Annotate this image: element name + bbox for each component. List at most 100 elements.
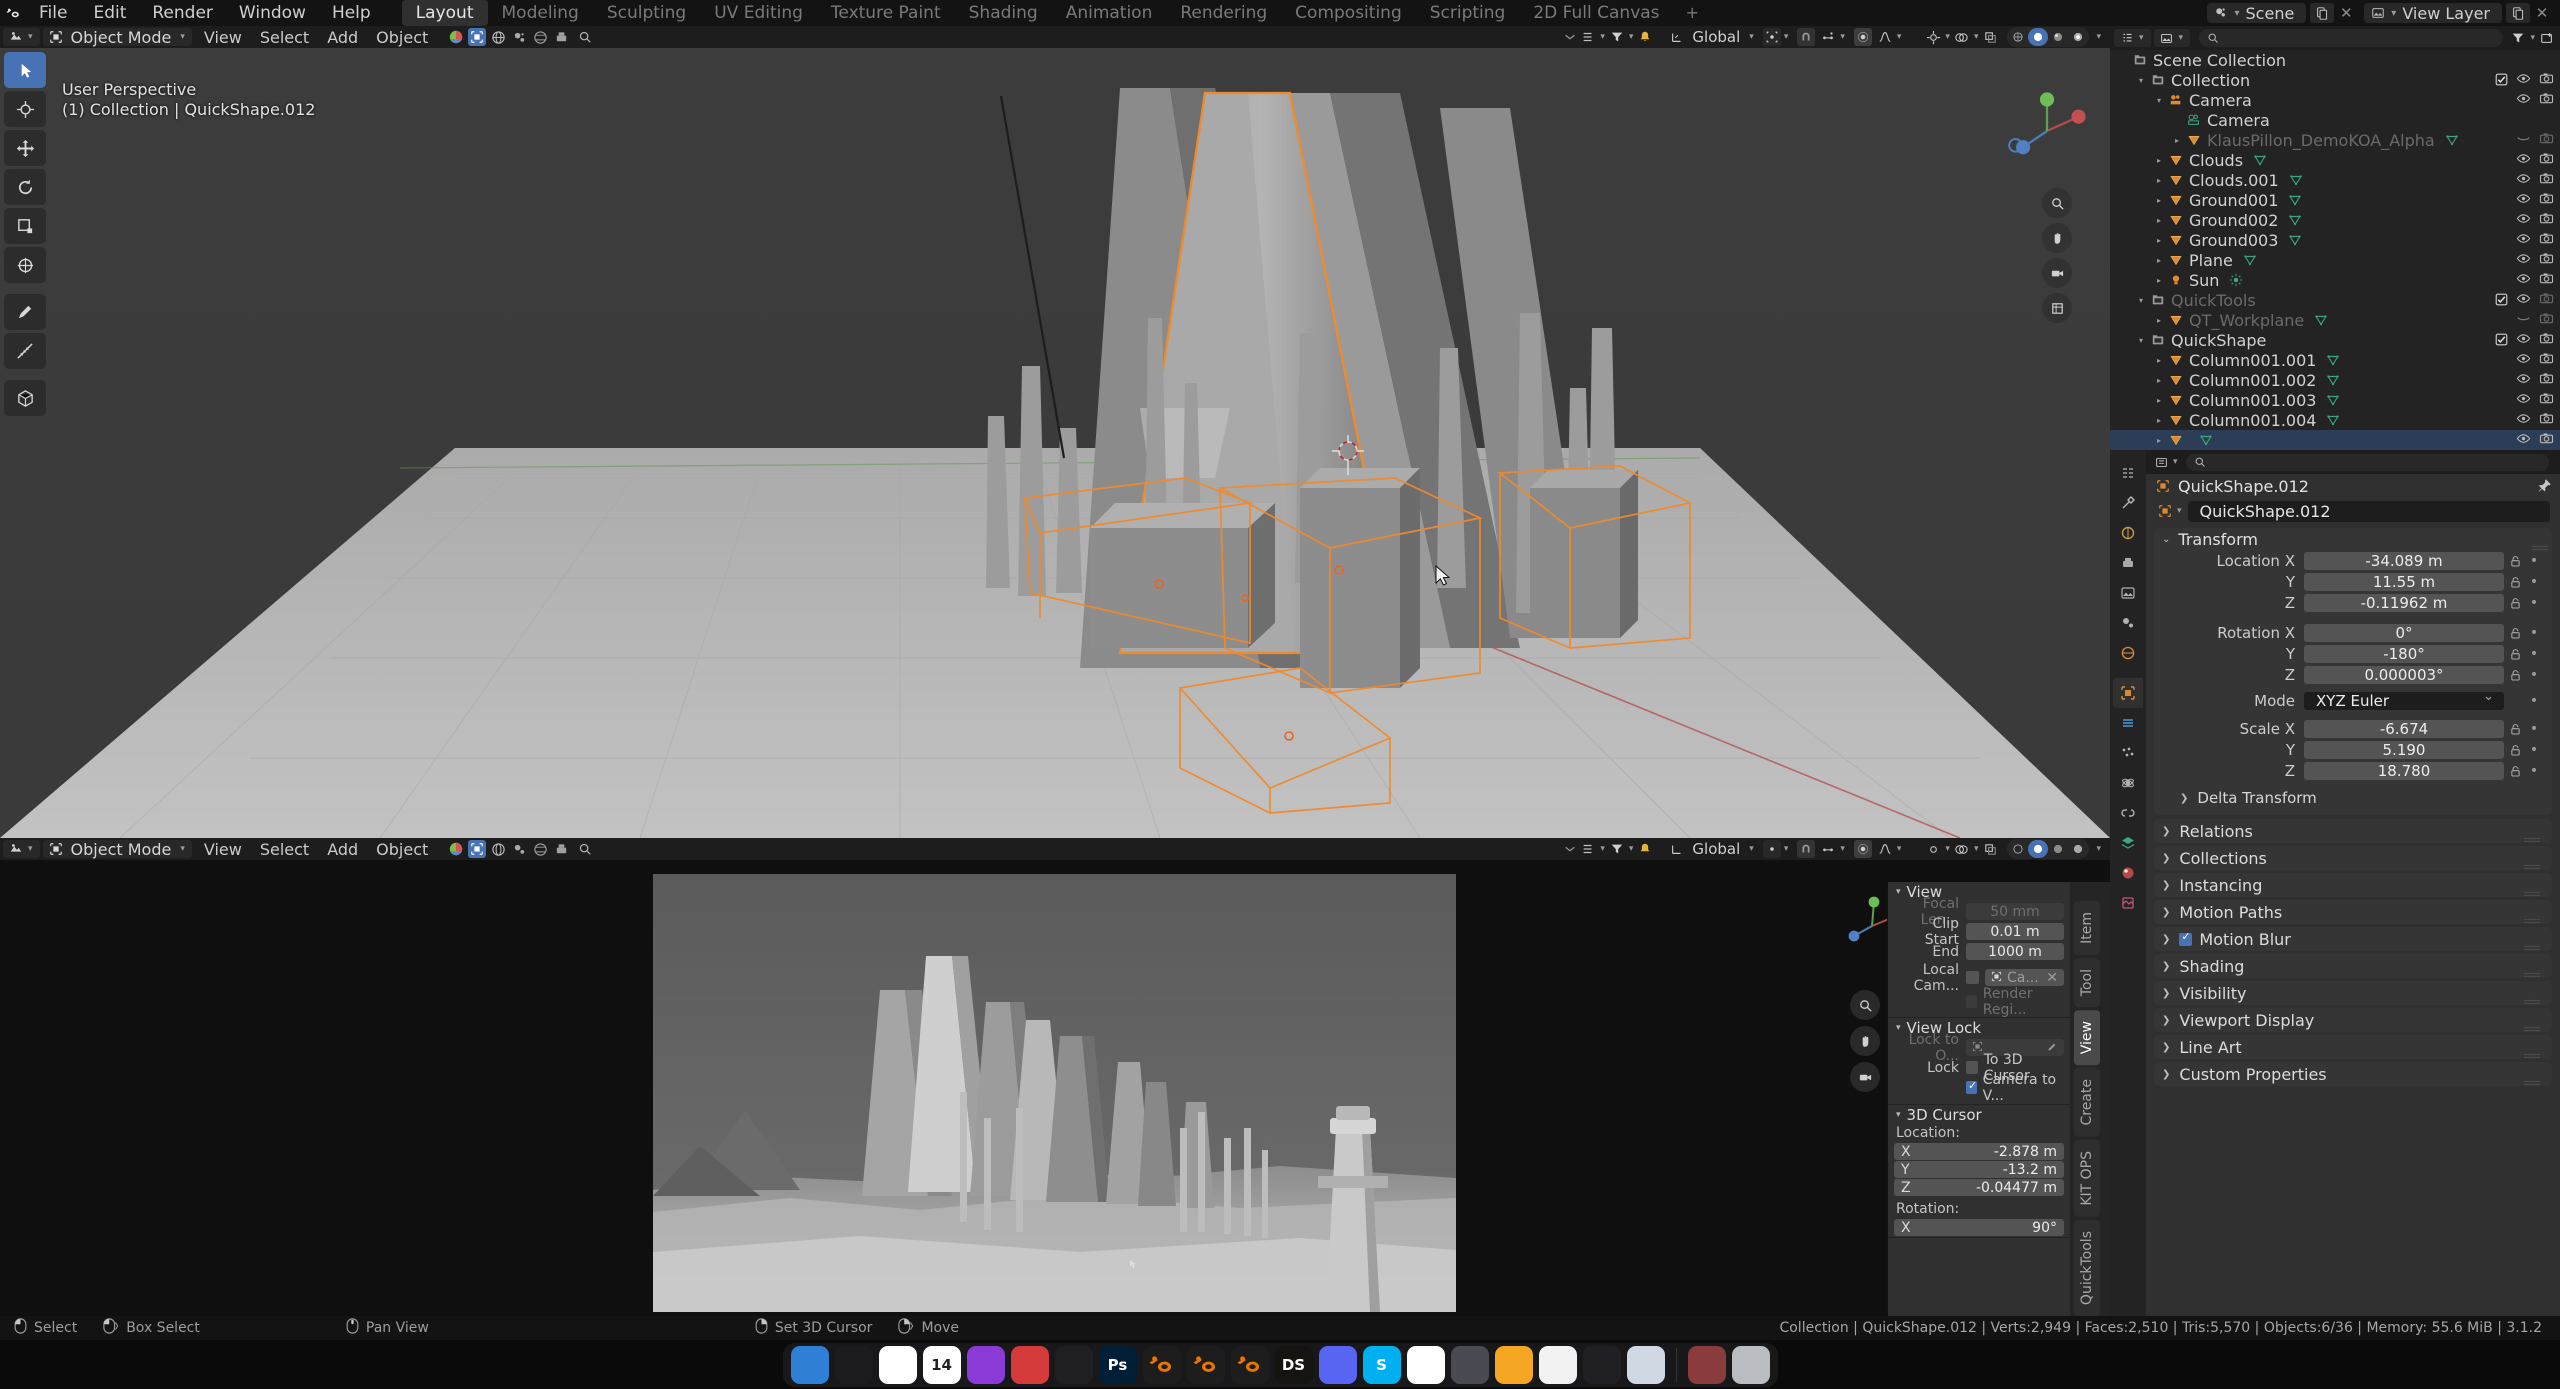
notification-bell-icon-bottom[interactable]: [1636, 840, 1654, 858]
viewport-menu-select[interactable]: Select: [251, 28, 318, 47]
zoom-view-icon-bottom[interactable]: [1850, 990, 1880, 1020]
outliner-row[interactable]: ▾ QuickTools: [2110, 290, 2560, 310]
camera-view-icon[interactable]: [2042, 258, 2072, 288]
material-preview-shading-icon[interactable]: [2048, 28, 2068, 46]
prop-tab-view-layer[interactable]: [2113, 578, 2143, 608]
location-value[interactable]: 11.55 m: [2304, 573, 2504, 591]
panel-line-art[interactable]: ❯ Line Art: [2154, 1035, 2552, 1059]
disclosure-triangle-closed-icon[interactable]: ▸: [2152, 376, 2166, 385]
zoom-view-icon[interactable]: [2042, 188, 2072, 218]
rotation-value[interactable]: 0°: [2304, 624, 2504, 642]
outliner-row[interactable]: ▸ Column001.004: [2110, 410, 2560, 430]
delta-transform-subpanel[interactable]: ❯ Delta Transform: [2154, 787, 2552, 809]
disclosure-triangle-open-icon[interactable]: ▾: [2134, 296, 2148, 305]
cursor-location-y-field[interactable]: Y -13.2 m: [1894, 1161, 2064, 1178]
workspace-tab-uv-editing[interactable]: UV Editing: [700, 0, 817, 26]
panel-transform-header[interactable]: ⌄ Transform: [2154, 528, 2552, 551]
menu-render[interactable]: Render: [139, 0, 226, 26]
viewport-top-canvas[interactable]: User Perspective (1) Collection | QuickS…: [0, 48, 2110, 838]
hide-in-viewport-icon[interactable]: [2516, 231, 2531, 250]
prop-tab-physics[interactable]: [2113, 768, 2143, 798]
clear-local-camera-icon[interactable]: ✕: [2046, 970, 2058, 986]
scale-value[interactable]: -6.674: [2304, 720, 2504, 738]
hide-in-viewport-icon-closed[interactable]: [2516, 131, 2531, 150]
new-view-layer-button[interactable]: [2506, 3, 2530, 23]
disclosure-triangle-closed-icon[interactable]: ▸: [2152, 276, 2166, 285]
viewport-menu-object[interactable]: Object: [367, 28, 437, 47]
collapse-icon-bottom[interactable]: [1561, 840, 1579, 858]
pan-view-icon[interactable]: [2042, 223, 2072, 253]
panel-3d-cursor-header[interactable]: ▾ 3D Cursor: [1888, 1105, 2070, 1124]
outliner-row[interactable]: ▸ Sun: [2110, 270, 2560, 290]
add-workspace-button[interactable]: +: [1674, 0, 1711, 26]
viewport-menu-view[interactable]: View: [195, 28, 251, 47]
lock-icon[interactable]: [2504, 597, 2526, 610]
panel-viewport-display[interactable]: ❯ Viewport Display: [2154, 1008, 2552, 1032]
pan-view-icon-bottom[interactable]: [1850, 1026, 1880, 1056]
disable-in-render-icon[interactable]: [2539, 391, 2554, 410]
outliner-row[interactable]: ▸ QT_Workplane: [2110, 310, 2560, 330]
tool-rotate[interactable]: [4, 169, 46, 205]
location-value[interactable]: -34.089 m: [2304, 552, 2504, 570]
lock-icon[interactable]: [2504, 627, 2526, 640]
tool-move[interactable]: [4, 130, 46, 166]
menu-edit[interactable]: Edit: [80, 0, 139, 26]
disable-in-render-icon[interactable]: [2539, 311, 2554, 330]
outliner-row[interactable]: ▸ Ground003: [2110, 230, 2560, 250]
outliner-editor-type-selector[interactable]: ▾: [2114, 29, 2151, 47]
workspace-tab-rendering[interactable]: Rendering: [1166, 0, 1281, 26]
overlays-toggle-icon[interactable]: [1953, 28, 1971, 46]
viewport-menu-view[interactable]: View: [195, 840, 251, 859]
animate-dot-icon[interactable]: •: [2526, 763, 2542, 779]
viewport-menu-select[interactable]: Select: [251, 840, 318, 859]
camera-view-canvas[interactable]: ▾ View Focal Len... 50 mm Clip Start 0.0…: [0, 860, 2110, 1316]
scene-properties-icon-bottom[interactable]: [510, 840, 528, 858]
dock-notes-icon[interactable]: [1494, 1345, 1533, 1384]
outliner-row-selected[interactable]: ▸: [2110, 430, 2560, 450]
animate-dot-icon[interactable]: •: [2526, 667, 2542, 683]
disable-in-render-icon[interactable]: [2539, 131, 2554, 150]
disable-in-render-icon[interactable]: [2539, 151, 2554, 170]
filter-icon[interactable]: [1608, 28, 1626, 46]
hide-in-viewport-icon[interactable]: [2516, 271, 2531, 290]
outliner-row[interactable]: Camera: [2110, 110, 2560, 130]
dock-finder-icon[interactable]: [790, 1345, 829, 1384]
n-panel-tab-view[interactable]: View: [2074, 1010, 2100, 1066]
outliner-row[interactable]: Scene Collection: [2110, 50, 2560, 70]
prop-tab-object[interactable]: [2113, 678, 2143, 708]
global-shading-sphere-icon-bottom[interactable]: [447, 840, 465, 858]
tool-transform[interactable]: [4, 247, 46, 283]
dock-trash-icon[interactable]: [1731, 1345, 1770, 1384]
rendered-shading-icon[interactable]: [2068, 28, 2088, 46]
cursor-location-z-field[interactable]: Z -0.04477 m: [1894, 1179, 2064, 1196]
animate-dot-icon[interactable]: •: [2526, 646, 2542, 662]
outliner-row[interactable]: ▸ Column001.002: [2110, 370, 2560, 390]
disclosure-triangle-closed-icon[interactable]: ▸: [2152, 396, 2166, 405]
tool-annotate[interactable]: [4, 294, 46, 330]
outliner-tree[interactable]: Scene Collection ▾ Collection ▾ Camera Camera…: [2110, 50, 2560, 450]
disable-in-render-icon[interactable]: [2539, 251, 2554, 270]
panel-relations[interactable]: ❯ Relations: [2154, 819, 2552, 843]
blender-logo-icon[interactable]: [0, 0, 26, 26]
outliner-row[interactable]: ▾ Collection: [2110, 70, 2560, 90]
hide-in-viewport-icon[interactable]: [2516, 371, 2531, 390]
workspace-tab-modeling[interactable]: Modeling: [488, 0, 593, 26]
outliner-new-collection-icon[interactable]: [2538, 29, 2556, 47]
disable-in-render-icon[interactable]: [2539, 171, 2554, 190]
menu-window[interactable]: Window: [226, 0, 319, 26]
globe-icon[interactable]: [531, 28, 549, 46]
disable-in-render-icon[interactable]: [2539, 71, 2554, 90]
remove-scene-button[interactable]: ✕: [2336, 3, 2356, 23]
prop-tab-editor-type[interactable]: [2113, 458, 2143, 488]
dock-blender-icon-1[interactable]: [1142, 1345, 1181, 1384]
lock-icon[interactable]: [2504, 648, 2526, 661]
n-panel-tab-tool[interactable]: Tool: [2074, 957, 2100, 1008]
hide-in-viewport-icon-closed[interactable]: [2516, 311, 2531, 330]
disable-in-render-icon[interactable]: [2539, 411, 2554, 430]
printer-icon-bottom[interactable]: [552, 840, 570, 858]
dock-preview-icon[interactable]: [1626, 1345, 1665, 1384]
snap-magnet-icon-bottom[interactable]: [1797, 840, 1816, 858]
viewport-menu-object[interactable]: Object: [367, 840, 437, 859]
panel-shading[interactable]: ❯ Shading: [2154, 954, 2552, 978]
interaction-mode-selector[interactable]: Object Mode ▾: [42, 28, 192, 47]
